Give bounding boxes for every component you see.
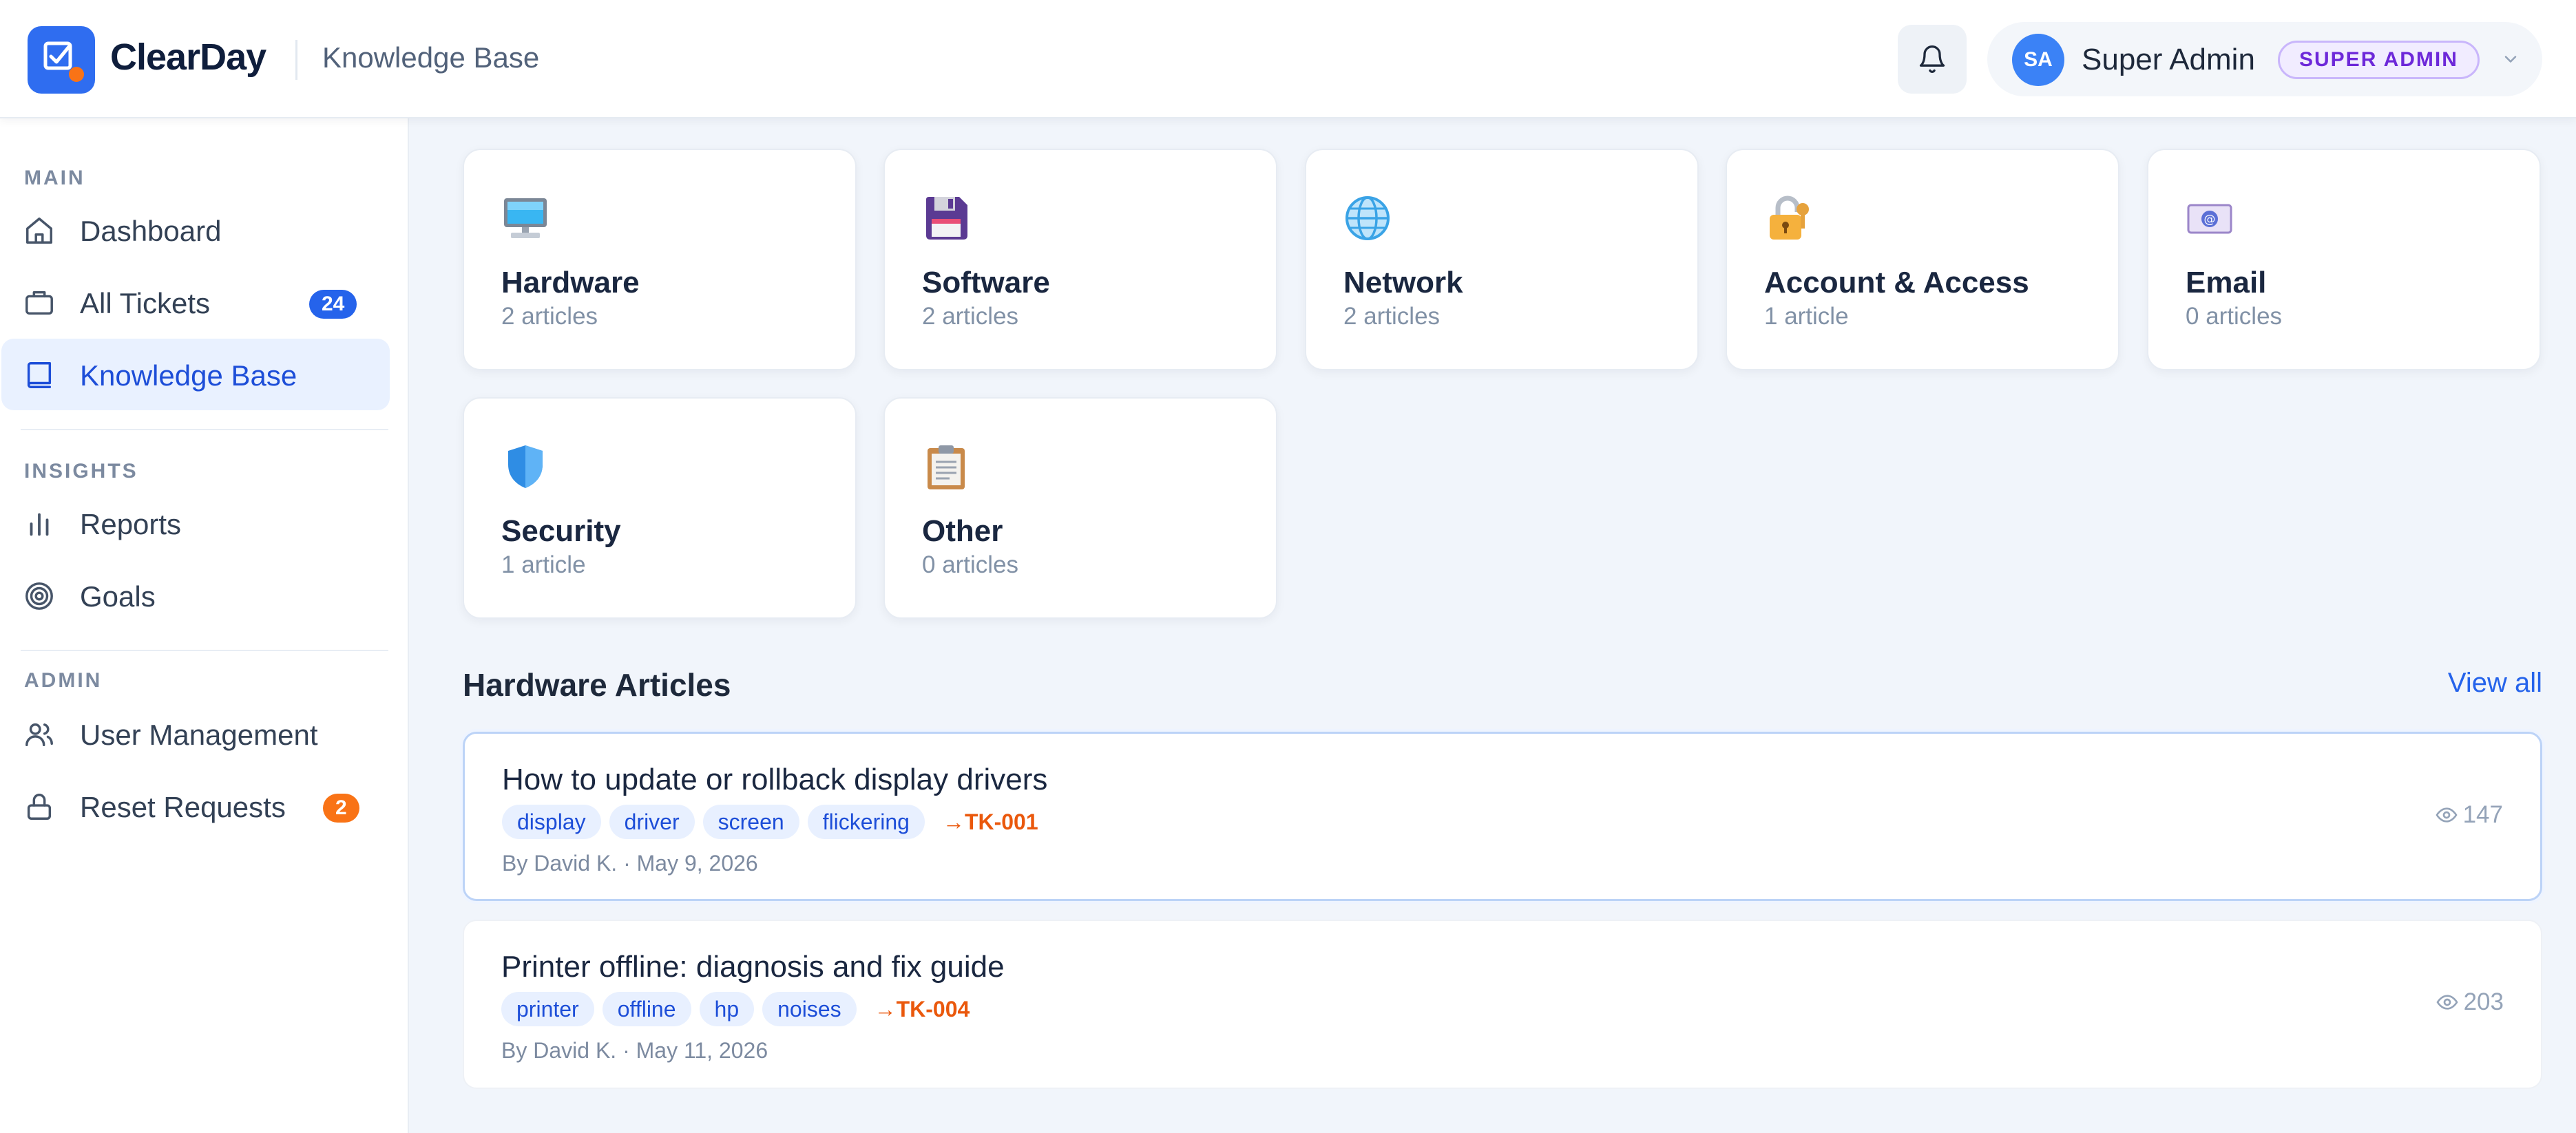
sidebar-item-knowledge-base[interactable]: Knowledge Base (1, 339, 390, 410)
article-views: 147 (2436, 801, 2503, 829)
nav-section-main: MAIN (24, 167, 85, 189)
article-tag[interactable]: printer (501, 992, 594, 1026)
user-menu[interactable]: SA Super Admin SUPER ADMIN (1987, 22, 2542, 96)
sidebar-item-label: Goals (80, 580, 156, 613)
category-title: Other (922, 514, 1003, 548)
padlock-icon (1770, 195, 1809, 240)
brand-name[interactable]: ClearDay (110, 36, 266, 78)
article-meta: By David K. · May 11, 2026 (501, 1038, 768, 1063)
sidebar-item-label: Reset Requests (80, 791, 286, 823)
linked-ticket-link[interactable]: →TK-004 (875, 992, 970, 1026)
brand-divider (295, 40, 297, 80)
chevron-down-icon (2504, 56, 2517, 63)
article-row[interactable]: Printer offline: diagnosis and fix guide… (463, 920, 2542, 1089)
article-tag[interactable]: flickering (807, 805, 925, 839)
sidebar-item-goals[interactable]: Goals (1, 560, 390, 631)
article-meta: By David K. · May 9, 2026 (502, 851, 758, 876)
category-title: Email (2186, 266, 2267, 299)
category-card-security[interactable]: Security 1 article (463, 397, 857, 619)
bell-icon (1919, 45, 1945, 73)
ticket-count-badge: 24 (309, 290, 357, 319)
article-tag[interactable]: driver (609, 805, 695, 839)
envelope-icon: @ (2187, 204, 2232, 234)
user-name: Super Admin (2082, 43, 2255, 76)
sidebar-item-label: User Management (80, 719, 318, 751)
linked-ticket-link[interactable]: →TK-001 (943, 805, 1038, 839)
nav-section-insights: INSIGHTS (24, 460, 138, 483)
articles-section-title: Hardware Articles (463, 667, 731, 703)
category-count: 0 articles (2186, 303, 2283, 330)
floppy-disk-icon (926, 197, 967, 240)
sidebar-item-label: Knowledge Base (80, 359, 297, 392)
article-tag[interactable]: offline (602, 992, 691, 1026)
book-icon (27, 362, 52, 388)
category-card-software[interactable]: Software 2 articles (883, 149, 1277, 370)
nav-section-admin: ADMIN (24, 669, 103, 692)
view-all-link[interactable]: View all (2448, 668, 2542, 699)
article-title[interactable]: Printer offline: diagnosis and fix guide (501, 950, 1005, 984)
article-views: 203 (2436, 988, 2504, 1016)
view-count: 203 (2463, 988, 2504, 1015)
sidebar-item-label: All Tickets (80, 287, 211, 319)
ticket-icon (25, 290, 53, 315)
sidebar-item-all-tickets[interactable]: All Tickets 24 (1, 266, 390, 338)
category-count: 0 articles (922, 551, 1019, 578)
article-row[interactable]: How to update or rollback display driver… (463, 732, 2542, 901)
lock-icon (27, 794, 52, 820)
home-icon (26, 218, 52, 244)
category-title: Account & Access (1764, 266, 2029, 299)
article-tag[interactable]: hp (699, 992, 755, 1026)
svg-text:@: @ (2204, 213, 2216, 226)
top-bar: ClearDay Knowledge Base SA Super Admin S… (0, 0, 2576, 118)
article-tags: printer offline hp noises →TK-004 (501, 991, 970, 1027)
bar-chart-icon (30, 513, 49, 536)
sidebar-item-label: Reports (80, 508, 182, 540)
category-count: 2 articles (501, 303, 598, 330)
category-count: 1 article (501, 551, 586, 578)
article-tag[interactable]: noises (762, 992, 857, 1026)
category-card-hardware[interactable]: Hardware 2 articles (463, 149, 857, 370)
nav-divider (21, 429, 388, 430)
notifications-button[interactable] (1898, 25, 1967, 94)
sidebar-item-reports[interactable]: Reports (1, 487, 390, 559)
users-icon (25, 723, 53, 747)
role-badge: SUPER ADMIN (2278, 41, 2480, 79)
category-title: Network (1343, 266, 1463, 299)
sidebar: MAIN Dashboard All Tickets 24 Knowledge … (0, 118, 409, 1133)
article-tag[interactable]: screen (702, 805, 799, 839)
page-breadcrumb: Knowledge Base (322, 41, 540, 74)
sidebar-item-dashboard[interactable]: Dashboard (1, 194, 390, 266)
sidebar-item-label: Dashboard (80, 215, 222, 247)
clipboard-icon (928, 445, 965, 489)
article-tags: display driver screen flickering →TK-001 (502, 804, 1038, 840)
sidebar-item-user-management[interactable]: User Management (1, 698, 390, 770)
clearday-logo-icon[interactable] (28, 26, 95, 94)
category-card-email[interactable]: @ Email 0 articles (2147, 149, 2541, 370)
category-card-account-access[interactable]: Account & Access 1 article (1726, 149, 2119, 370)
category-count: 1 article (1764, 303, 1849, 330)
eye-icon (2436, 995, 2458, 1010)
category-count: 2 articles (1343, 303, 1441, 330)
article-title[interactable]: How to update or rollback display driver… (502, 763, 1047, 797)
shield-icon (508, 445, 543, 488)
globe-icon (1345, 196, 1390, 240)
category-title: Security (501, 514, 621, 548)
category-title: Hardware (501, 266, 640, 299)
target-icon (25, 582, 53, 610)
category-card-other[interactable]: Other 0 articles (883, 397, 1277, 619)
avatar: SA (2012, 34, 2064, 86)
view-count: 147 (2462, 801, 2503, 828)
sidebar-item-reset-requests[interactable]: Reset Requests 2 (1, 770, 390, 842)
category-card-network[interactable]: Network 2 articles (1305, 149, 1699, 370)
nav-divider (21, 650, 388, 651)
category-count: 2 articles (922, 303, 1019, 330)
article-tag[interactable]: display (502, 805, 601, 839)
reset-requests-badge: 2 (323, 794, 359, 823)
eye-icon (2436, 807, 2458, 823)
category-title: Software (922, 266, 1050, 299)
computer-icon (504, 198, 547, 238)
